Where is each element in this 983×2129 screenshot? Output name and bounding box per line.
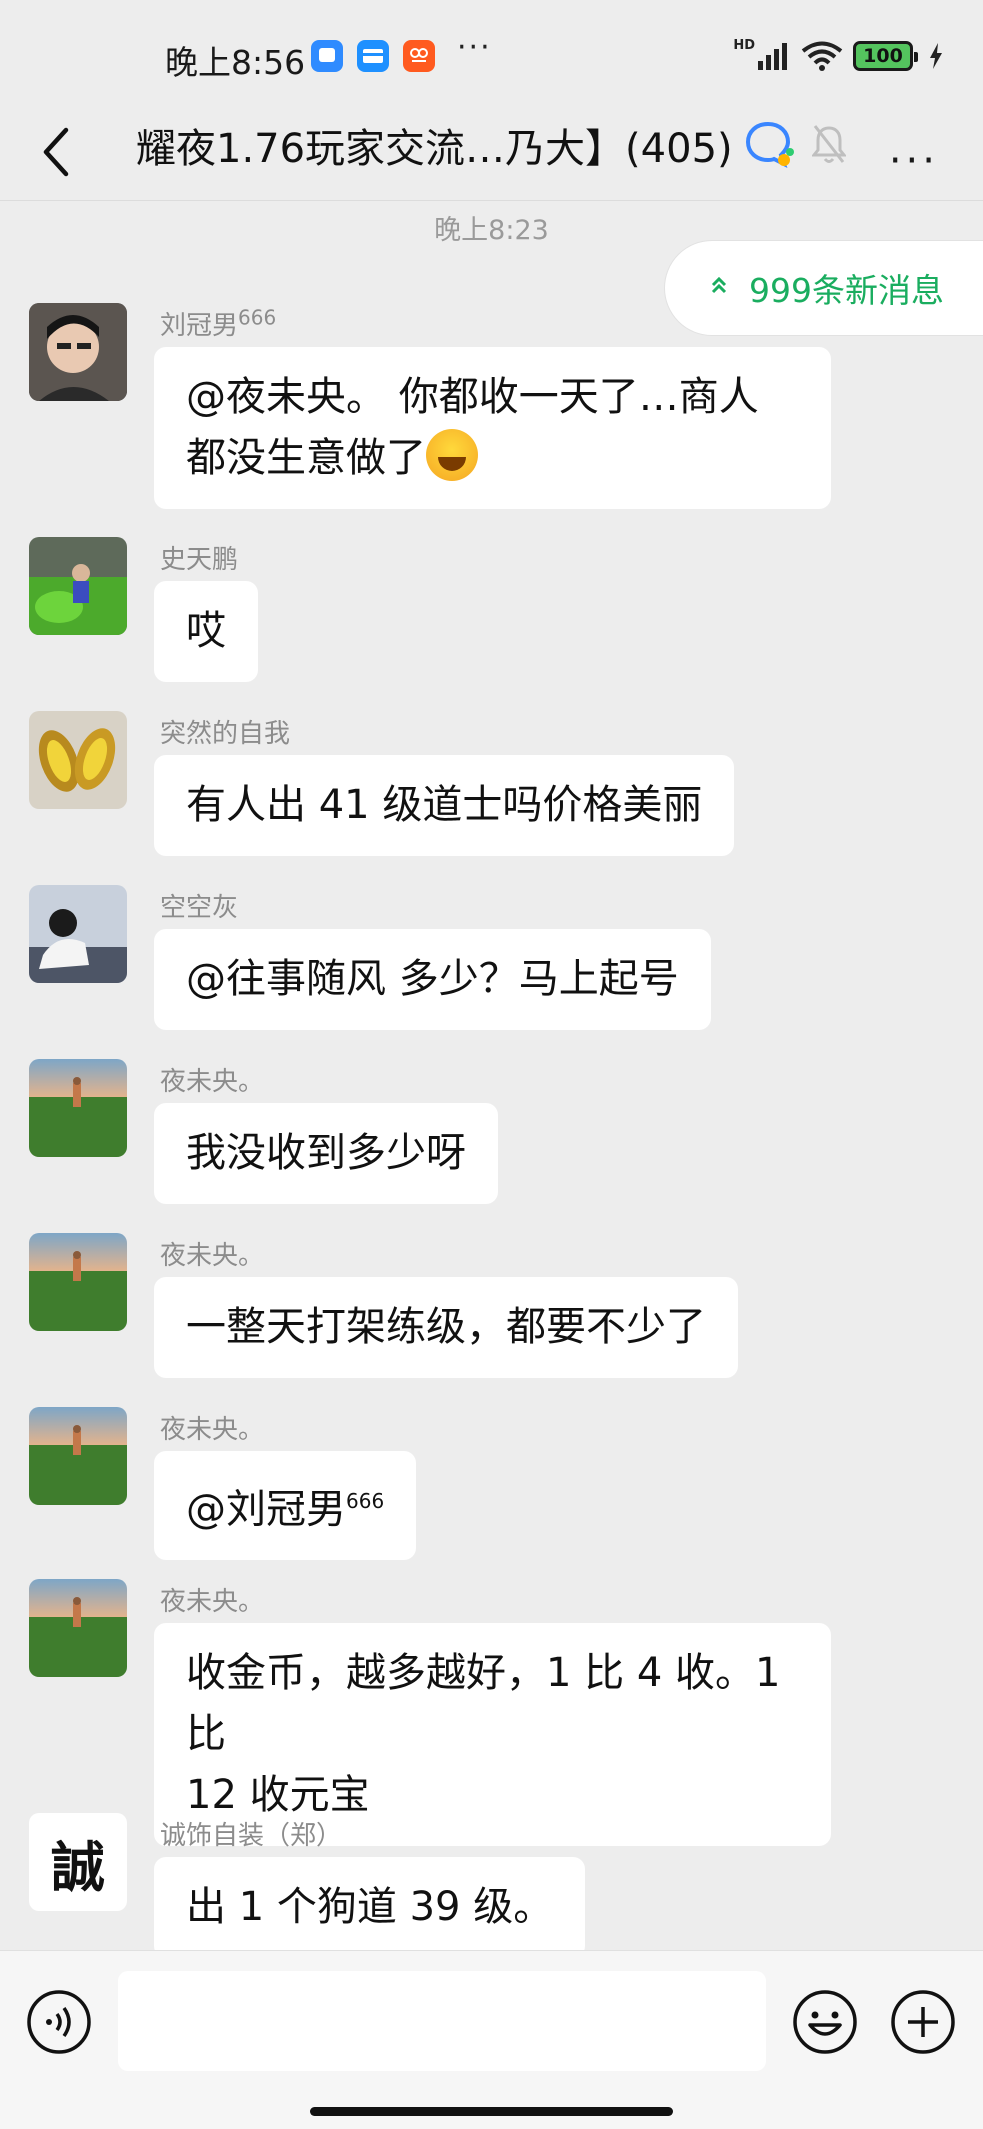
message-item: 空空灰 @往事随风 多少？马上起号 (0, 885, 983, 1035)
avatar[interactable] (29, 885, 127, 983)
message-input[interactable] (118, 1971, 766, 2071)
voice-input-icon[interactable] (26, 1989, 92, 2055)
taobao-notification-icon (403, 40, 435, 72)
avatar[interactable] (29, 1233, 127, 1331)
hd-label: HD (733, 38, 755, 53)
avatar[interactable] (29, 1059, 127, 1157)
message-item: 誠 诚饰自装（郑） 出 1 个狗道 39 级。 (0, 1813, 983, 1963)
message-bubble[interactable]: 我没收到多少呀 (154, 1103, 498, 1204)
avatar[interactable] (29, 537, 127, 635)
home-indicator[interactable] (310, 2107, 673, 2116)
add-more-icon[interactable] (890, 1989, 956, 2055)
message-bubble[interactable]: @刘冠男666 (154, 1451, 417, 1561)
more-options-button[interactable]: ··· (889, 138, 939, 184)
sender-name: 夜未央。 (160, 1067, 265, 1097)
mute-bell-icon[interactable] (812, 122, 846, 166)
emoji-icon[interactable] (792, 1989, 858, 2055)
wifi-icon (801, 41, 843, 71)
chat-title[interactable]: 耀夜1.76玩家交流…乃大】(405) (136, 116, 733, 174)
status-time: 晚上8:56 (165, 43, 306, 82)
sender-name: 夜未央。 (160, 1241, 265, 1271)
message-text: @刘冠男666 (186, 1486, 385, 1533)
app-notification-icon (311, 40, 343, 72)
message-text: 有人出 41 级道士吗价格美丽 (186, 782, 703, 828)
message-item: 夜未央。 收金币，越多越好，1 比 4 收。1 比 12 收元宝 (0, 1579, 983, 1846)
group-chat-icon[interactable] (744, 120, 796, 172)
sender-name: 诚饰自装（郑） (160, 1821, 343, 1851)
message-text: @夜未央。 你都收一天了…商人 (186, 374, 759, 420)
message-item: 夜未央。 一整天打架练级，都要不少了 (0, 1233, 983, 1383)
message-bubble[interactable]: @往事随风 多少？马上起号 (154, 929, 711, 1030)
message-bubble[interactable]: 一整天打架练级，都要不少了 (154, 1277, 738, 1378)
avatar[interactable] (29, 303, 127, 401)
sender-name: 刘冠男666 (160, 305, 277, 341)
status-right: HD 100 (733, 38, 943, 74)
message-item: 夜未央。 @刘冠男666 (0, 1407, 983, 1561)
signal-icon (758, 43, 787, 70)
message-text: 一整天打架练级，都要不少了 (186, 1304, 706, 1350)
chat-header: 耀夜1.76玩家交流…乃大】(405) ··· (0, 112, 983, 202)
avatar[interactable] (29, 1407, 127, 1505)
message-text: 出 1 个狗道 39 级。 (186, 1884, 554, 1930)
battery-icon: 100 (853, 41, 918, 71)
more-notifications-icon: ··· (457, 30, 492, 65)
header-divider (0, 200, 983, 201)
input-bar (0, 1950, 983, 2129)
message-bubble[interactable]: 哎 (154, 581, 258, 682)
sender-name: 突然的自我 (160, 719, 291, 749)
message-text: 收金币，越多越好，1 比 4 收。1 比 (186, 1650, 781, 1757)
sender-name: 夜未央。 (160, 1415, 265, 1445)
charging-icon (930, 43, 942, 69)
message-item: 史天鹏 哎 (0, 537, 983, 687)
message-bubble[interactable]: 出 1 个狗道 39 级。 (154, 1857, 586, 1958)
message-text: 都没生意做了 (186, 428, 799, 489)
wallet-notification-icon (357, 40, 389, 72)
avatar[interactable]: 誠 (29, 1813, 127, 1911)
message-item: 突然的自我 有人出 41 级道士吗价格美丽 (0, 711, 983, 861)
double-up-arrow-icon (709, 276, 729, 301)
message-item: 夜未央。 我没收到多少呀 (0, 1059, 983, 1209)
back-arrow-icon[interactable] (38, 122, 78, 182)
sender-name: 空空灰 (160, 893, 239, 923)
message-text: 我没收到多少呀 (186, 1130, 466, 1176)
avatar[interactable] (29, 711, 127, 809)
status-bar: 晚上8:56 ··· HD 100 (0, 0, 983, 112)
message-bubble[interactable]: @夜未央。 你都收一天了…商人 都没生意做了 (154, 347, 831, 509)
sender-name: 夜未央。 (160, 1587, 265, 1617)
message-text: 哎 (186, 608, 226, 654)
message-item: 刘冠男666 @夜未央。 你都收一天了…商人 都没生意做了 (0, 303, 983, 513)
avatar-calligraphy: 誠 (51, 1834, 105, 1899)
message-text: @往事随风 多少？马上起号 (186, 956, 679, 1002)
laughing-tears-emoji-icon (426, 429, 478, 481)
message-bubble[interactable]: 有人出 41 级道士吗价格美丽 (154, 755, 735, 856)
avatar[interactable] (29, 1579, 127, 1677)
sender-name: 史天鹏 (160, 545, 239, 575)
